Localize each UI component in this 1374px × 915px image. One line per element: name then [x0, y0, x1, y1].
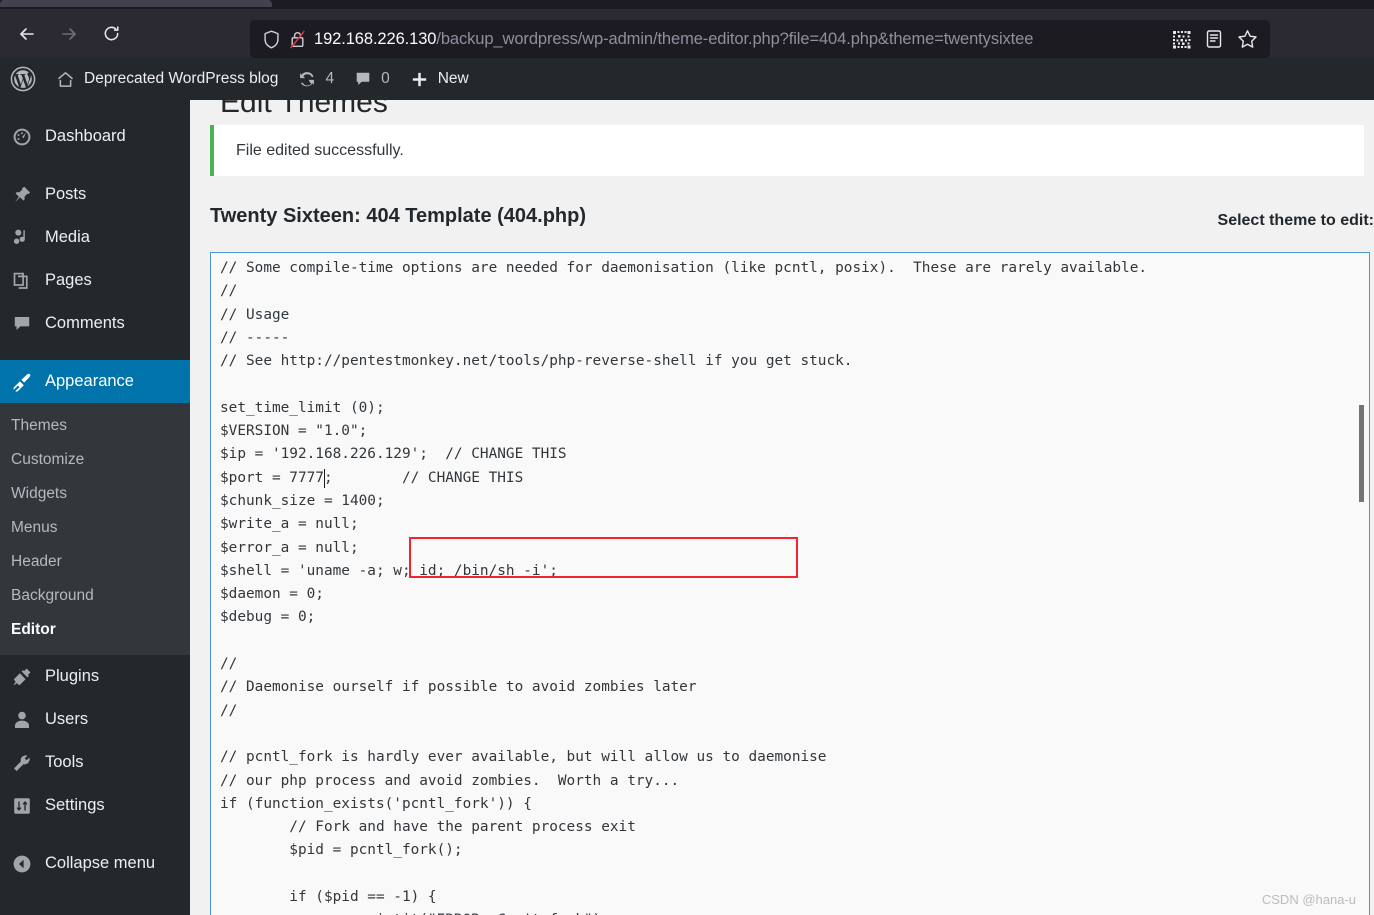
- sidebar-label-posts: Posts: [45, 185, 87, 203]
- sidebar-label-comments: Comments: [45, 314, 125, 332]
- sidebar-label-collapse-menu: Collapse menu: [45, 854, 156, 872]
- wp-admin-bar: Deprecated WordPress blog 4 0 New: [0, 58, 1374, 100]
- sidebar-label-tools: Tools: [45, 753, 84, 771]
- sidebar-item-dashboard[interactable]: Dashboard: [0, 115, 190, 158]
- paintbrush-icon: [11, 372, 32, 392]
- reload-button[interactable]: [94, 17, 128, 51]
- updates-button[interactable]: 4: [288, 58, 344, 100]
- browser-toolbar: 192.168.226.130/backup_wordpress/wp-admi…: [0, 9, 1374, 58]
- home-icon: [56, 70, 75, 89]
- sidebar-item-users[interactable]: Users: [0, 698, 190, 741]
- updates-count: 4: [325, 70, 335, 87]
- csdn-watermark: CSDN @hana-u: [1261, 892, 1356, 907]
- lock-broken-icon[interactable]: [284, 30, 310, 49]
- sidebar-label-media: Media: [45, 228, 90, 246]
- comment-bubble-icon: [11, 314, 32, 334]
- collapse-left-arrow-icon: [11, 854, 32, 874]
- sliders-icon: [11, 796, 32, 816]
- file-heading: Twenty Sixteen: 404 Template (404.php): [210, 205, 587, 227]
- editor-scrollbar-track[interactable]: [1358, 253, 1367, 915]
- comments-count: 0: [381, 70, 390, 87]
- updates-refresh-icon: [298, 70, 316, 88]
- sidebar-label-users: Users: [45, 710, 89, 728]
- shield-icon[interactable]: [258, 29, 284, 49]
- sidebar-item-appearance[interactable]: Appearance: [0, 360, 198, 403]
- submenu-item-menus[interactable]: Menus: [0, 511, 190, 545]
- main-content: Edit Themes File edited successfully. Tw…: [190, 100, 1374, 915]
- sidebar-item-pages[interactable]: Pages: [0, 259, 190, 302]
- editor-scrollbar-thumb[interactable]: [1359, 405, 1364, 502]
- reload-icon: [102, 24, 121, 43]
- back-button[interactable]: [10, 17, 44, 51]
- submenu-item-header[interactable]: Header: [0, 545, 190, 579]
- star-bookmark-icon[interactable]: [1237, 29, 1258, 49]
- comments-button[interactable]: 0: [344, 58, 400, 100]
- theme-file-editor-textarea[interactable]: // Some compile-time options are needed …: [210, 252, 1370, 915]
- submenu-item-themes[interactable]: Themes: [0, 409, 190, 443]
- submenu-item-editor[interactable]: Editor: [0, 613, 190, 647]
- select-theme-label: Select theme to edit:: [1217, 212, 1374, 229]
- user-icon: [11, 710, 32, 730]
- sidebar-label-pages: Pages: [45, 271, 92, 289]
- new-content-button[interactable]: New: [400, 58, 479, 100]
- forward-arrow-icon: [59, 24, 79, 44]
- sidebar-item-comments[interactable]: Comments: [0, 302, 190, 345]
- success-notice-text: File edited successfully.: [236, 141, 404, 159]
- sidebar-item-settings[interactable]: Settings: [0, 784, 190, 827]
- wordpress-logo-icon: [10, 66, 36, 92]
- sidebar-spacer-top: [0, 100, 190, 115]
- sidebar-item-tools[interactable]: Tools: [0, 741, 190, 784]
- sidebar-label-settings: Settings: [45, 796, 105, 814]
- site-name-label: Deprecated WordPress blog: [84, 70, 279, 87]
- url-text[interactable]: 192.168.226.130/backup_wordpress/wp-admi…: [314, 20, 1172, 58]
- url-host: 192.168.226.130: [314, 30, 437, 48]
- sidebar-item-media[interactable]: Media: [0, 216, 190, 259]
- sidebar-label-plugins: Plugins: [45, 667, 100, 685]
- submenu-item-widgets[interactable]: Widgets: [0, 477, 190, 511]
- dashboard-gauge-icon: [11, 127, 32, 147]
- back-arrow-icon: [17, 24, 37, 44]
- success-notice: File edited successfully.: [210, 125, 1364, 176]
- pages-icon: [11, 271, 32, 291]
- plus-icon: [410, 70, 429, 89]
- sidebar-label-appearance: Appearance: [45, 372, 134, 390]
- url-path: /backup_wordpress/wp-admin/theme-editor.…: [436, 30, 1034, 48]
- sidebar-item-plugins[interactable]: Plugins: [0, 655, 190, 698]
- wordpress-logo-button[interactable]: [0, 58, 46, 100]
- address-bar[interactable]: 192.168.226.130/backup_wordpress/wp-admi…: [250, 20, 1270, 58]
- code-content[interactable]: // Some compile-time options are needed …: [220, 257, 1147, 915]
- reader-view-icon[interactable]: [1205, 29, 1223, 49]
- forward-button[interactable]: [52, 17, 86, 51]
- wp-admin-sidebar: Dashboard Posts Media Pages Comments App…: [0, 100, 198, 915]
- comment-bubble-icon: [354, 70, 372, 88]
- browser-tab-strip: [0, 0, 1374, 9]
- pin-icon: [11, 185, 32, 205]
- sidebar-item-posts[interactable]: Posts: [0, 173, 190, 216]
- submenu-item-background[interactable]: Background: [0, 579, 190, 613]
- submenu-item-customize[interactable]: Customize: [0, 443, 190, 477]
- text-caret: [323, 469, 326, 489]
- sidebar-item-collapse-menu[interactable]: Collapse menu: [0, 842, 190, 885]
- site-name-button[interactable]: Deprecated WordPress blog: [46, 58, 288, 100]
- appearance-submenu: Themes Customize Widgets Menus Header Ba…: [0, 403, 190, 655]
- page-title: Edit Themes: [220, 100, 388, 119]
- wrench-icon: [11, 753, 32, 773]
- qr-code-icon[interactable]: [1172, 30, 1191, 49]
- sidebar-label-dashboard: Dashboard: [45, 127, 126, 145]
- new-content-label: New: [437, 70, 469, 87]
- media-icon: [11, 228, 32, 248]
- plug-icon: [11, 667, 32, 687]
- browser-tab[interactable]: [0, 0, 272, 7]
